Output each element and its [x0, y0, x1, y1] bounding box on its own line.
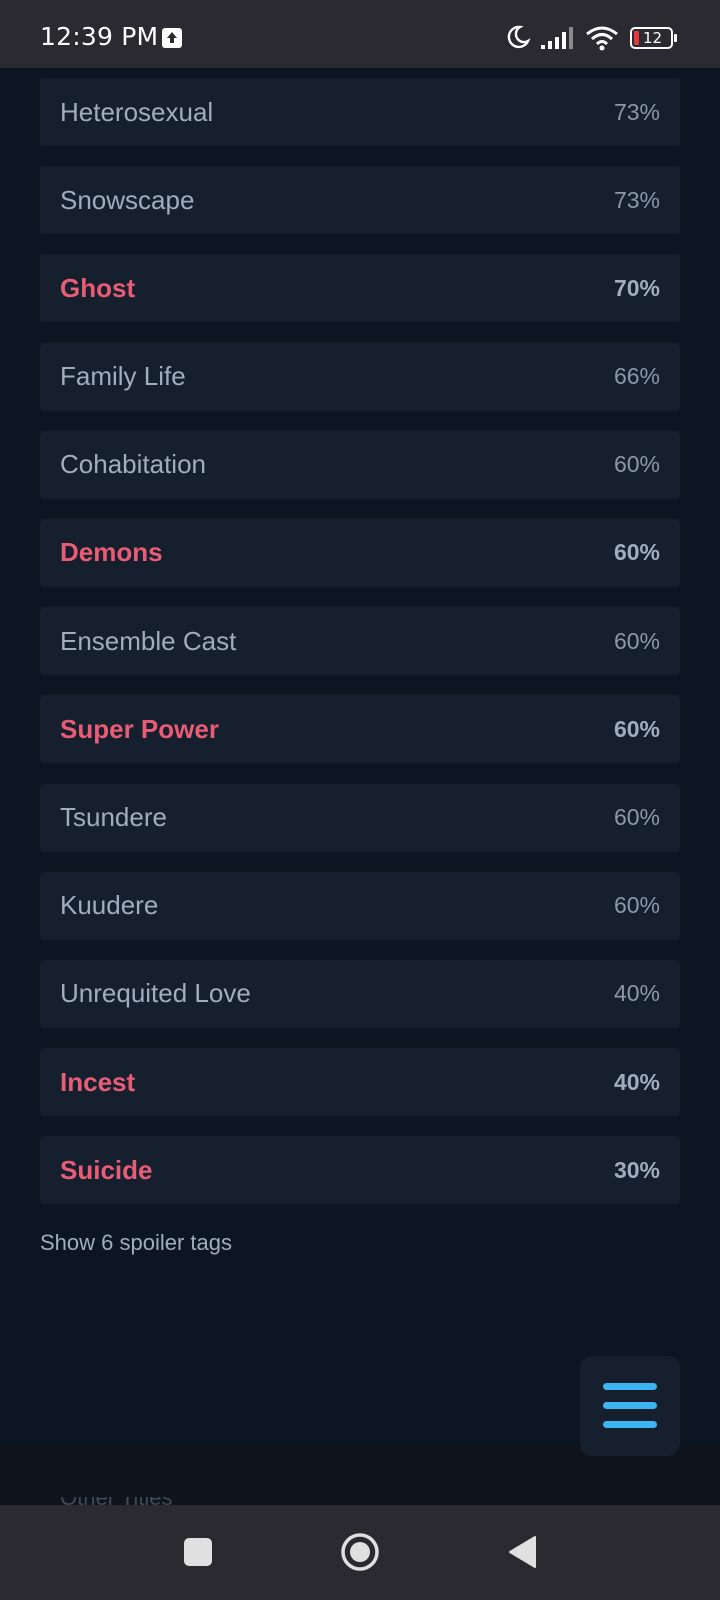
tag-row[interactable]: Unrequited Love 40%	[40, 959, 680, 1028]
tag-score: 60%	[613, 539, 660, 566]
tag-row[interactable]: Kuudere 60%	[40, 871, 680, 940]
tag-name: Incest	[60, 1066, 136, 1097]
tag-score: 40%	[613, 1068, 660, 1095]
tag-row[interactable]: Ghost 70%	[40, 254, 680, 323]
tag-row[interactable]: Incest 40%	[40, 1048, 680, 1117]
wifi-icon	[586, 26, 618, 51]
tag-name: Cohabitation	[60, 449, 206, 480]
navigation-bar	[0, 1505, 720, 1600]
tag-score: 60%	[613, 451, 660, 478]
battery-level: 12	[643, 29, 663, 47]
signal-icon	[541, 27, 573, 49]
tag-score: 60%	[613, 715, 660, 742]
cutoff-section-heading: Other Titles	[60, 1497, 200, 1505]
tag-score: 70%	[613, 274, 660, 301]
tag-name: Snowscape	[60, 184, 195, 215]
triangle-back-icon[interactable]	[507, 1535, 537, 1569]
menu-button[interactable]	[580, 1356, 680, 1456]
tag-name: Demons	[60, 537, 163, 568]
tag-name: Super Power	[60, 713, 219, 744]
tag-score: 40%	[613, 980, 660, 1007]
tag-row[interactable]: Cohabitation 60%	[40, 430, 680, 499]
tag-row[interactable]: Heterosexual 73%	[40, 78, 680, 146]
hamburger-menu-icon	[603, 1383, 657, 1428]
tag-row[interactable]: Suicide 30%	[40, 1136, 680, 1205]
tag-score: 66%	[613, 363, 660, 390]
tag-name: Ghost	[60, 272, 136, 303]
tag-score: 60%	[613, 804, 660, 830]
tag-row[interactable]: Snowscape 73%	[40, 166, 680, 235]
tag-score: 73%	[613, 186, 660, 213]
tag-row[interactable]: Family Life 66%	[40, 342, 680, 411]
status-time: 12:39 PM	[40, 22, 159, 51]
tag-name: Tsundere	[60, 802, 167, 832]
tag-score: 60%	[613, 892, 660, 919]
tag-name: Kuudere	[60, 890, 159, 921]
tag-score: 73%	[613, 98, 660, 125]
tag-name: Heterosexual	[60, 96, 214, 127]
tag-name: Unrequited Love	[60, 978, 251, 1009]
status-bar: 12:39 PM 12	[0, 0, 720, 68]
tag-row[interactable]: Tsundere 60%	[40, 783, 680, 852]
tag-row[interactable]: Demons 60%	[40, 518, 680, 587]
tag-row[interactable]: Super Power 60%	[40, 695, 680, 764]
square-home-icon[interactable]	[183, 1537, 213, 1567]
tag-score: 60%	[613, 627, 660, 654]
tag-name: Family Life	[60, 361, 186, 392]
moon-icon	[507, 25, 531, 49]
tag-row[interactable]: Ensemble Cast 60%	[40, 607, 680, 676]
tag-score: 30%	[613, 1156, 660, 1183]
circle-recents-icon[interactable]	[340, 1532, 380, 1572]
tag-list: Heterosexual 73% Snowscape 73% Ghost 70% Famil…	[40, 78, 680, 1224]
upload-icon	[162, 28, 182, 48]
tag-name: Suicide	[60, 1154, 153, 1185]
tag-name: Ensemble Cast	[60, 625, 237, 656]
show-spoiler-tags-link[interactable]: Show 6 spoiler tags	[40, 1230, 232, 1256]
